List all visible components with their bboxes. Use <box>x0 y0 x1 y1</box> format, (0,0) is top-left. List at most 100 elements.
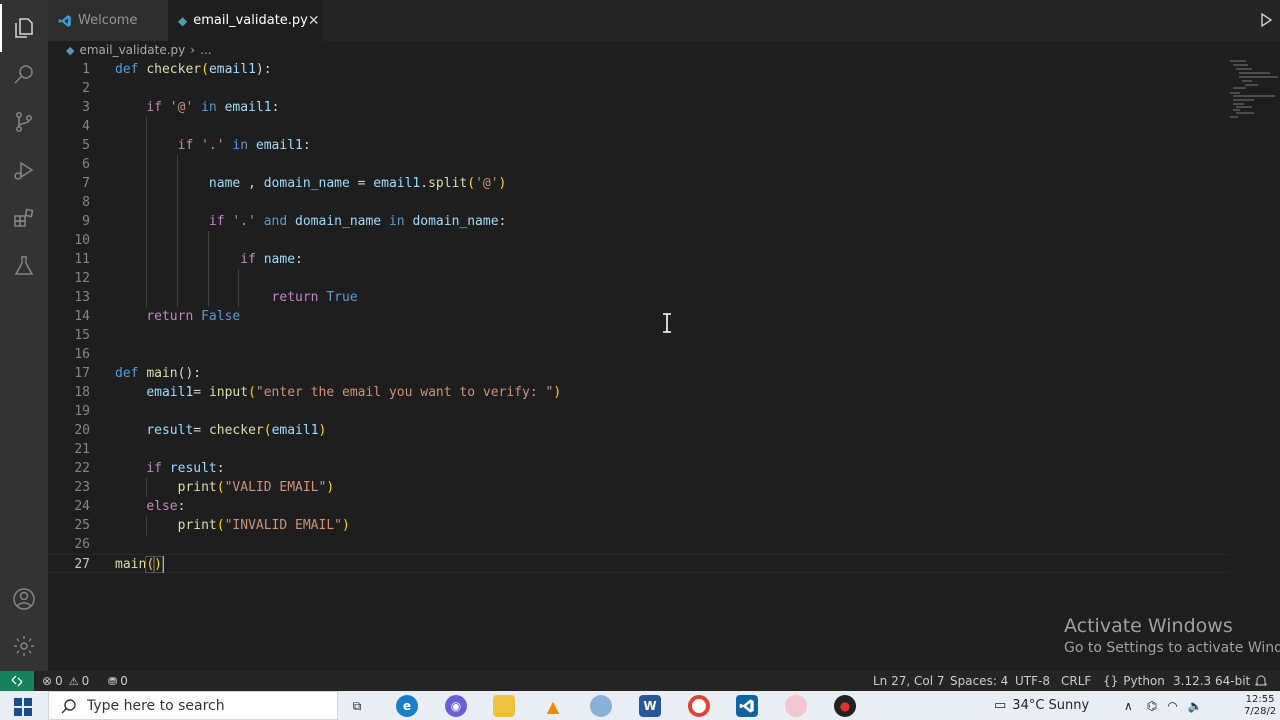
line-number: 9 <box>82 214 90 229</box>
accounts-icon[interactable] <box>0 575 48 623</box>
weather-text: 34°C Sunny <box>1012 698 1090 713</box>
code-line: 6 <box>48 155 1228 174</box>
app-icon[interactable]: ◉ <box>445 695 467 717</box>
edge-icon[interactable]: e <box>396 695 418 717</box>
code-line: 25 print("INVALID EMAIL") <box>48 516 1228 535</box>
token-variable: email1 <box>373 176 421 191</box>
activity-bar <box>0 0 48 671</box>
breadcrumb-file[interactable]: email_validate.py <box>79 43 185 57</box>
token-punct: : <box>498 214 507 229</box>
warning-icon: ⚠ <box>68 674 79 688</box>
task-view-icon[interactable]: ⧉ <box>346 695 368 717</box>
token-variable: domain_name <box>295 214 382 229</box>
taskbar-search-input[interactable]: Type here to search <box>48 691 338 720</box>
app-icon[interactable] <box>590 695 612 717</box>
problems-indicator[interactable]: ⊗ 0 ⚠ 0 <box>42 671 89 691</box>
token-keyword: if <box>177 138 194 153</box>
vlc-icon[interactable]: ▲ <box>542 695 564 717</box>
run-icon[interactable] <box>1258 12 1274 28</box>
code-line: 16 <box>48 345 1228 364</box>
app-icon[interactable]: ● <box>834 695 856 717</box>
testing-icon[interactable] <box>0 242 48 290</box>
windows-start-icon[interactable] <box>14 698 32 716</box>
file-explorer-icon[interactable] <box>493 695 515 717</box>
token-variable: name <box>263 252 296 267</box>
code-line: 4 <box>48 117 1228 136</box>
token-keyword: if <box>208 214 225 229</box>
ports-count: 0 <box>120 674 128 688</box>
notifications-icon[interactable] <box>1254 671 1268 691</box>
source-control-icon[interactable] <box>0 98 48 146</box>
line-number: 22 <box>74 461 90 476</box>
token-string: '@' <box>475 176 499 191</box>
token-keyword: return <box>146 309 194 324</box>
token-function: checker <box>208 423 264 438</box>
token-constant: True <box>326 290 358 305</box>
code-line: 10 <box>48 231 1228 250</box>
language-mode[interactable]: {} Python <box>1103 671 1165 691</box>
token-punct: : <box>302 138 311 153</box>
token-function: checker <box>146 62 202 77</box>
close-icon[interactable]: ✕ <box>308 13 320 29</box>
cursor-position[interactable]: Ln 27, Col 7 <box>873 671 945 691</box>
token-function: print <box>177 518 217 533</box>
line-ending[interactable]: CRLF <box>1061 671 1091 691</box>
encoding[interactable]: UTF-8 <box>1015 671 1050 691</box>
line-number: 19 <box>74 404 90 419</box>
search-icon[interactable] <box>0 50 48 98</box>
tab-email-validate[interactable]: ◆ email_validate.py ✕ <box>168 0 323 41</box>
code-line: 17 def main(): <box>48 364 1228 383</box>
line-number: 18 <box>74 385 90 400</box>
line-number: 13 <box>74 290 90 305</box>
search-placeholder: Type here to search <box>87 697 225 714</box>
indentation[interactable]: Spaces: 4 <box>950 671 1008 691</box>
python-file-icon: ◆ <box>66 43 75 57</box>
run-debug-icon[interactable] <box>0 146 48 194</box>
weather-widget[interactable]: ▭ 34°C Sunny <box>994 691 1089 720</box>
remote-indicator[interactable] <box>0 671 34 691</box>
token-operator: = <box>193 423 209 438</box>
token-variable: email1 <box>146 385 194 400</box>
language-label: Python <box>1123 674 1165 688</box>
explorer-icon[interactable] <box>0 4 48 52</box>
line-number: 10 <box>74 233 90 248</box>
text-cursor <box>161 556 164 573</box>
search-icon <box>61 698 76 713</box>
line-number: 12 <box>74 271 90 286</box>
watermark-title: Activate Windows <box>1064 615 1233 637</box>
code-line: 20 result= checker(email1) <box>48 421 1228 440</box>
line-number: 6 <box>82 157 90 172</box>
app-icon[interactable] <box>785 695 807 717</box>
token-operator: = <box>349 176 374 191</box>
code-line: 19 <box>48 402 1228 421</box>
word-icon[interactable]: W <box>639 695 661 717</box>
code-line: 5 if '.' in email1: <box>48 136 1228 155</box>
token-function: print <box>177 480 217 495</box>
code-line: 26 <box>48 535 1228 554</box>
code-line: 15 <box>48 326 1228 345</box>
code-editor[interactable]: 1 def checker(email1): 2 3 if '@' in ema… <box>48 60 1228 660</box>
system-tray[interactable]: ∧ ⌬ ◠ 🔈 <box>1124 691 1213 720</box>
chrome-icon[interactable] <box>688 695 710 717</box>
vscode-icon[interactable] <box>736 695 758 717</box>
breadcrumb: ◆ email_validate.py › ... <box>48 41 1280 59</box>
breadcrumb-more[interactable]: ... <box>200 43 211 57</box>
ports-icon: ⛃ <box>108 674 118 688</box>
minimap[interactable] <box>1230 60 1280 120</box>
line-number: 24 <box>74 499 90 514</box>
token-string: '@' <box>169 100 194 115</box>
code-line-current: 27 main() <box>48 554 1228 573</box>
python-interpreter[interactable]: 3.12.3 64-bit <box>1173 671 1250 691</box>
clock[interactable]: 12:55 7/28/2 <box>1244 691 1276 720</box>
python-file-icon: ◆ <box>178 13 188 28</box>
token-string: "enter the email you want to verify: " <box>255 385 554 400</box>
line-number: 16 <box>74 347 90 362</box>
token-keyword: def <box>115 366 139 381</box>
token-constant: False <box>201 309 241 324</box>
manage-gear-icon[interactable] <box>0 622 48 670</box>
extensions-icon[interactable] <box>0 194 48 242</box>
token-keyword: in <box>232 138 249 153</box>
tab-welcome[interactable]: Welcome <box>48 0 168 41</box>
token-punct: , <box>240 176 264 191</box>
ports-indicator[interactable]: ⛃ 0 <box>108 671 128 691</box>
